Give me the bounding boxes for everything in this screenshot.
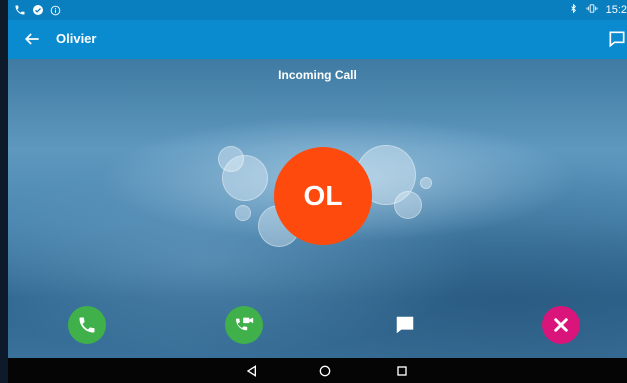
- call-screen: 15:2 Olivier Incoming Call OL: [8, 0, 627, 383]
- back-button[interactable]: [22, 29, 42, 49]
- call-actions: [8, 59, 627, 358]
- check-circle-icon: [32, 3, 44, 21]
- nav-home-icon: [317, 365, 333, 383]
- contact-name: Olivier: [56, 31, 97, 46]
- call-area: Incoming Call OL: [8, 59, 627, 358]
- nav-recents-icon: [394, 366, 410, 383]
- decline-call-button[interactable]: [542, 306, 580, 344]
- message-icon: [394, 314, 416, 336]
- nav-back-button[interactable]: [244, 363, 260, 379]
- nav-recents-button[interactable]: [394, 363, 410, 379]
- close-icon: [552, 316, 570, 334]
- navigation-bar: [8, 358, 627, 383]
- chat-button[interactable]: [607, 29, 627, 49]
- chat-bubble-icon: [607, 31, 627, 53]
- phone-icon: [14, 3, 26, 21]
- answer-call-button[interactable]: [68, 306, 106, 344]
- reply-message-button[interactable]: [386, 306, 424, 344]
- phone-icon: [77, 315, 97, 335]
- vibrate-icon: [586, 3, 598, 17]
- nav-home-button[interactable]: [317, 363, 333, 379]
- answer-video-button[interactable]: [225, 306, 263, 344]
- status-bar: 15:2: [8, 0, 627, 20]
- arrow-left-icon: [22, 33, 42, 53]
- bluetooth-icon: [569, 3, 578, 17]
- info-icon: [50, 3, 61, 21]
- nav-back-icon: [244, 365, 260, 383]
- status-time: 15:2: [605, 4, 627, 16]
- app-bar: Olivier: [8, 20, 627, 59]
- video-call-icon: [233, 314, 255, 336]
